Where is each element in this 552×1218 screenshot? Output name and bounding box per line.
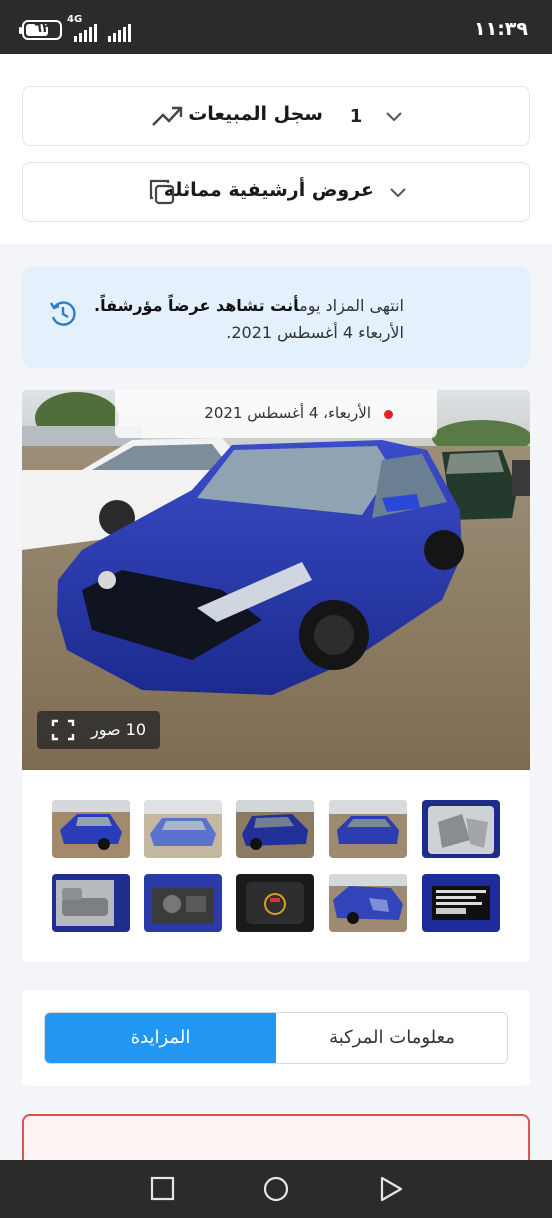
- sales-history-title: سجل المبيعات: [188, 103, 323, 125]
- thumbnail[interactable]: [52, 874, 130, 932]
- signal-icon: [74, 24, 98, 42]
- clock: ١١:٣٩: [474, 18, 528, 40]
- battery-icon: ٦٢: [19, 20, 62, 40]
- auction-date: الأربعاء، 4 أغسطس 2021: [204, 404, 371, 422]
- notice-archived: أنت تشاهد عرضاً مؤرشفاً.: [93, 296, 300, 315]
- back-icon[interactable]: [378, 1176, 404, 1202]
- home-icon[interactable]: [263, 1176, 289, 1202]
- similar-offers-title: عروض أرشيفية مماثلة: [163, 179, 374, 201]
- thumbnail[interactable]: [236, 874, 314, 932]
- tab-vehicle-info[interactable]: معلومات المركبة: [276, 1013, 507, 1063]
- status-bar: ٦٢ 4G ١١:٣٩: [0, 0, 552, 54]
- archived-notice: انتهى المزاد يومأنت تشاهد عرضاً مؤرشفاً.…: [22, 266, 530, 368]
- photo-count-button[interactable]: 10 صور: [37, 711, 160, 749]
- trending-up-icon: [152, 106, 183, 126]
- similar-offers-row[interactable]: عروض أرشيفية مماثلة: [22, 162, 530, 222]
- thumbnail[interactable]: [422, 800, 500, 858]
- thumbnail[interactable]: [236, 800, 314, 858]
- sales-count: 1: [349, 106, 363, 127]
- battery-level: ٦٢: [34, 21, 50, 36]
- notice-ended: انتهى المزاد يوم: [299, 296, 404, 315]
- fullscreen-icon: [51, 719, 75, 741]
- system-nav-bar: [0, 1160, 552, 1218]
- main-photo[interactable]: الأربعاء، 4 أغسطس 2021 10 صور: [22, 390, 530, 770]
- thumbnail[interactable]: [144, 874, 222, 932]
- notice-date: الأربعاء 4 أغسطس 2021.: [226, 323, 404, 342]
- status-dot: [384, 410, 393, 419]
- sales-history-row[interactable]: 1 سجل المبيعات: [22, 86, 530, 146]
- history-icon: [49, 301, 76, 326]
- chevron-down-icon: [386, 112, 402, 122]
- thumbnail[interactable]: [329, 874, 407, 932]
- chevron-down-icon: [390, 188, 406, 198]
- date-banner: الأربعاء، 4 أغسطس 2021: [115, 390, 437, 438]
- recent-apps-icon[interactable]: [150, 1176, 176, 1202]
- thumbnail[interactable]: [329, 800, 407, 858]
- tab-auction[interactable]: المزايدة: [45, 1013, 276, 1063]
- thumbnail[interactable]: [144, 800, 222, 858]
- archive-section: 1 سجل المبيعات عروض أرشيفية مماثلة: [0, 54, 552, 244]
- copy-icon: [149, 179, 175, 205]
- details-tabs-card: معلومات المركبة المزايدة: [22, 990, 530, 1086]
- notice-text: انتهى المزاد يومأنت تشاهد عرضاً مؤرشفاً.…: [44, 292, 404, 346]
- thumbnail[interactable]: [52, 800, 130, 858]
- thumbnail[interactable]: [422, 874, 500, 932]
- signal-icon: [108, 24, 132, 42]
- photo-count-label: 10 صور: [90, 720, 146, 739]
- photo-gallery: الأربعاء، 4 أغسطس 2021 10 صور: [22, 390, 530, 962]
- details-tabs: معلومات المركبة المزايدة: [44, 1012, 508, 1064]
